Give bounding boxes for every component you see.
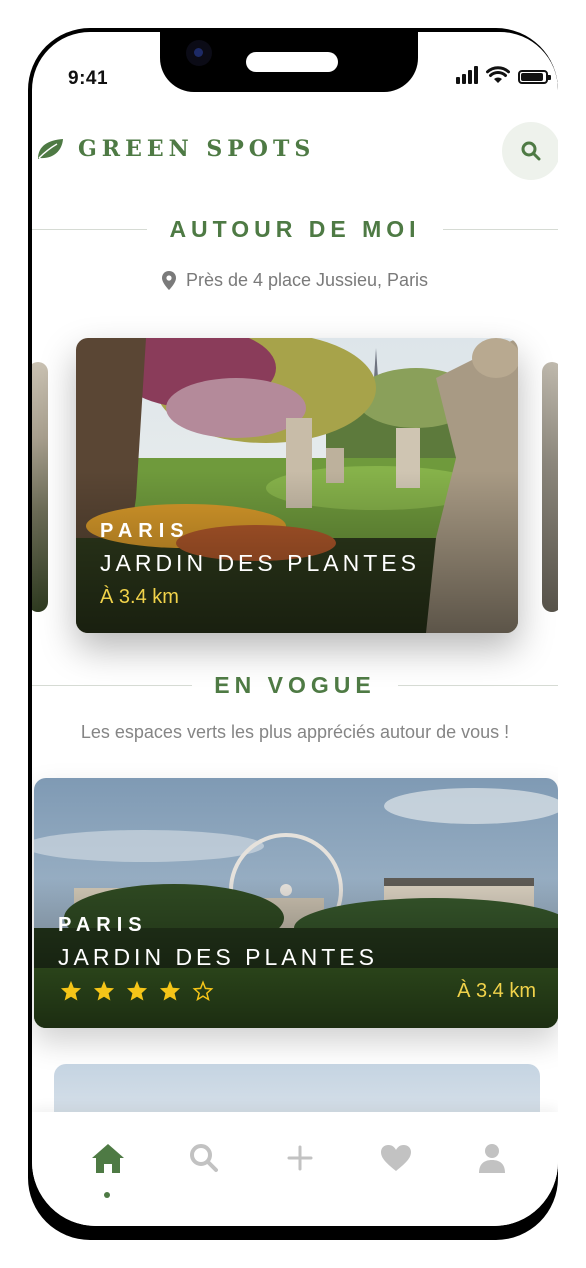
carousel-next-card[interactable] (542, 362, 558, 612)
rating-stars (60, 980, 214, 1001)
card-distance: À 3.4 km (100, 586, 179, 608)
star-empty-icon (192, 980, 214, 1001)
signal-icon (456, 66, 478, 84)
tab-favorites[interactable] (374, 1136, 418, 1180)
tab-profile[interactable] (470, 1136, 514, 1180)
leaf-icon (38, 139, 63, 159)
star-filled-icon (93, 980, 115, 1001)
app-logo: GREEN SPOTS (36, 136, 315, 162)
card-park-name: JARDIN DES PLANTES (100, 550, 420, 576)
header-search-button[interactable] (502, 122, 558, 180)
card-city: PARIS (100, 520, 190, 542)
heart-icon (381, 1145, 411, 1171)
trending-subtitle: Les espaces verts les plus appréciés aut… (80, 722, 510, 742)
phone-frame: 9:41 GREEN SPOTS AUTOUR DE MOI Près de 4… (28, 28, 558, 1240)
active-tab-indicator (104, 1192, 110, 1198)
location-pin-icon (161, 271, 176, 290)
search-icon (190, 1144, 218, 1172)
star-filled-icon (126, 980, 148, 1001)
status-time: 9:41 (68, 68, 109, 89)
trending-park-card[interactable]: PARIS JARDIN DES PLANTES À 3.4 km (34, 778, 558, 1028)
bottom-tab-bar (32, 1112, 558, 1226)
home-icon (92, 1144, 124, 1173)
tab-add[interactable] (278, 1136, 322, 1180)
star-filled-icon (60, 980, 82, 1001)
app-header: GREEN SPOTS (32, 122, 558, 180)
phone-notch (160, 32, 418, 92)
search-icon (521, 141, 541, 161)
current-location: Près de 4 place Jussieu, Paris (32, 270, 558, 291)
tab-home[interactable] (86, 1136, 130, 1180)
trending-title: EN VOGUE (214, 672, 376, 698)
app-title: GREEN SPOTS (78, 136, 316, 162)
app-screen: 9:41 GREEN SPOTS AUTOUR DE MOI Près de 4… (32, 32, 558, 1226)
tab-search[interactable] (182, 1136, 226, 1180)
trending-section-header: EN VOGUE (32, 672, 558, 699)
wifi-icon (486, 66, 510, 83)
card-city: PARIS (58, 914, 148, 936)
nearby-section-header: AUTOUR DE MOI (32, 216, 558, 243)
card-park-name: JARDIN DES PLANTES (58, 944, 378, 970)
plus-icon (287, 1145, 313, 1171)
nearby-title: AUTOUR DE MOI (169, 216, 421, 242)
nearby-park-card[interactable]: PARIS JARDIN DES PLANTES À 3.4 km (76, 338, 518, 633)
location-text: Près de 4 place Jussieu, Paris (185, 270, 429, 290)
battery-icon (518, 70, 551, 84)
card-distance: À 3.4 km (457, 980, 536, 1002)
user-icon (479, 1144, 505, 1173)
carousel-previous-card[interactable] (32, 362, 48, 612)
status-icons (456, 66, 551, 84)
star-filled-icon (159, 980, 181, 1001)
